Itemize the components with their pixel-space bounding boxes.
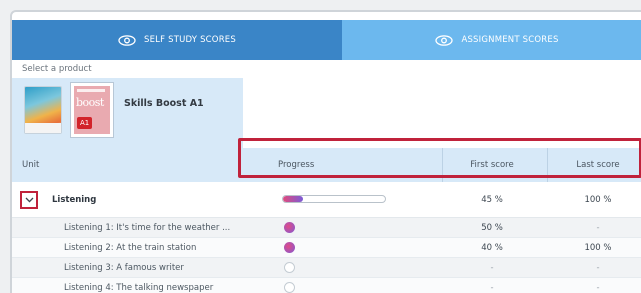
section-row-listening[interactable]: Listening 45 % 100 % [12, 182, 641, 218]
table-header: Unit Progress First score Last score [12, 148, 641, 182]
first-score: - [490, 262, 494, 273]
cover-level-badge: A1 [77, 117, 93, 129]
completed-dot-icon [284, 222, 295, 233]
header-first-score: First score [470, 160, 514, 170]
skills-boost-a1-cover[interactable]: boost A1 [70, 82, 114, 138]
last-score: - [596, 282, 600, 293]
not-started-circle-icon [284, 282, 295, 293]
product-name[interactable]: Skills Boost A1 [124, 98, 204, 109]
first-score: 50 % [481, 222, 503, 233]
status-indicator [284, 278, 295, 293]
tab-label: ASSIGNMENT SCORES [461, 35, 559, 45]
last-score: - [596, 262, 600, 273]
column-divider [547, 148, 548, 182]
not-started-circle-icon [284, 262, 295, 273]
status-indicator [284, 238, 295, 257]
select-product-label: Select a product [22, 64, 92, 74]
activity-name: Listening 2: At the train station [64, 242, 197, 253]
activity-name: Listening 3: A famous writer [64, 262, 184, 273]
status-indicator [284, 258, 295, 277]
table-row[interactable]: Listening 4: The talking newspaper - - [12, 278, 641, 293]
product-selector: Select a product boost A1 Skills Boost A… [12, 60, 641, 148]
header-last-score: Last score [576, 160, 620, 170]
book-cover-icon[interactable] [24, 86, 62, 134]
tab-label: SELF STUDY SCORES [144, 35, 236, 45]
progress-fill [283, 196, 304, 202]
scores-panel: SELF STUDY SCORES ASSIGNMENT SCORES Sele… [10, 10, 641, 293]
completed-dot-icon [284, 242, 295, 253]
chevron-down-icon [25, 197, 33, 203]
expand-toggle-button[interactable] [20, 191, 38, 209]
status-indicator [284, 218, 295, 237]
header-unit: Unit [22, 160, 40, 170]
score-tabs: SELF STUDY SCORES ASSIGNMENT SCORES [12, 20, 641, 60]
first-score: 45 % [481, 194, 503, 205]
last-score: 100 % [584, 194, 612, 205]
activity-name: Listening 1: It's time for the weather .… [64, 222, 231, 233]
eye-icon [118, 34, 136, 46]
table-row[interactable]: Listening 1: It's time for the weather .… [12, 218, 641, 238]
activity-name: Listening 4: The talking newspaper [64, 282, 214, 293]
first-score: - [490, 282, 494, 293]
last-score: - [596, 222, 600, 233]
progress-bar [282, 195, 386, 203]
cover-title: boost [76, 96, 104, 109]
tab-self-study-scores[interactable]: SELF STUDY SCORES [12, 20, 342, 60]
tab-assignment-scores[interactable]: ASSIGNMENT SCORES [342, 20, 641, 60]
header-progress: Progress [278, 160, 315, 170]
table-row[interactable]: Listening 3: A famous writer - - [12, 258, 641, 278]
eye-icon [435, 34, 454, 46]
section-title: Listening [52, 194, 97, 205]
first-score: 40 % [481, 242, 503, 253]
last-score: 100 % [584, 242, 612, 253]
table-row[interactable]: Listening 2: At the train station 40 % 1… [12, 238, 641, 258]
